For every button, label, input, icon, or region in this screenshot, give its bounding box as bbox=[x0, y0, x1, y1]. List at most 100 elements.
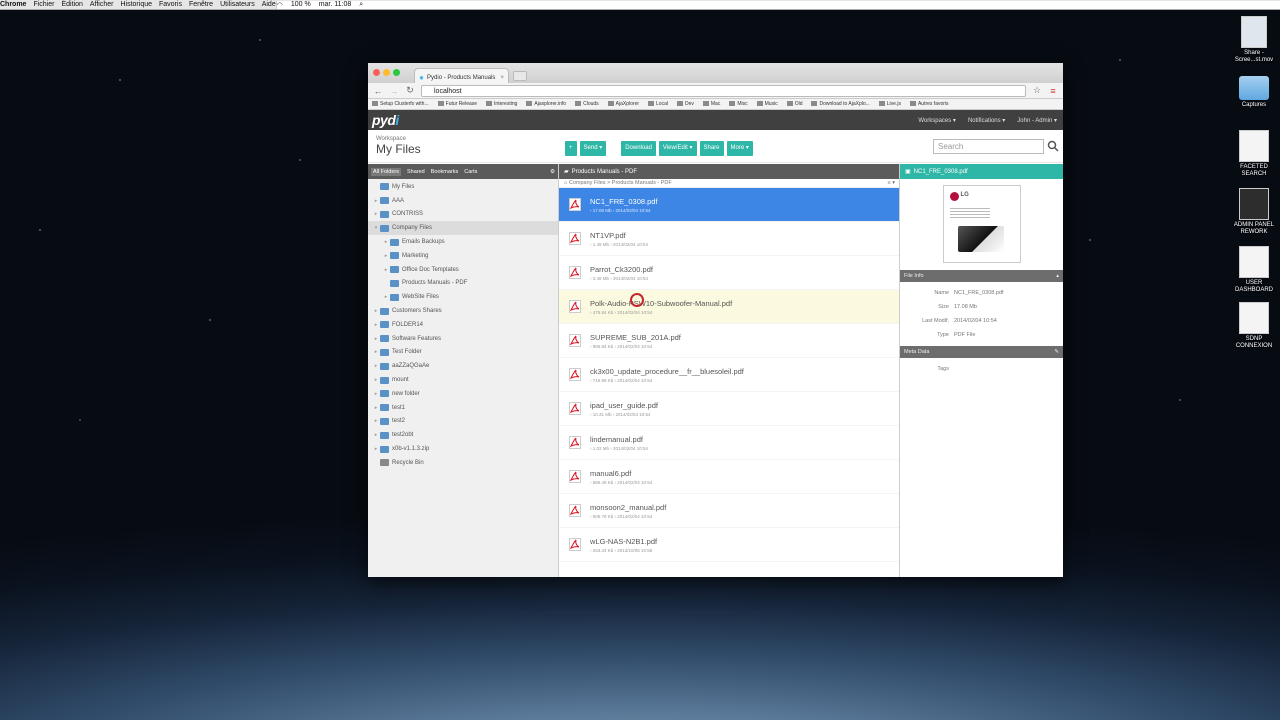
expand-toggle-icon[interactable]: ▸ bbox=[372, 432, 380, 438]
bookmark-item[interactable]: Old bbox=[787, 101, 803, 107]
menu-app[interactable]: Chrome bbox=[0, 1, 26, 8]
tree-item[interactable]: ▸ Office Doc Templates bbox=[368, 263, 558, 277]
forward-icon[interactable]: → bbox=[389, 86, 399, 96]
bookmark-item[interactable]: Futur Release bbox=[438, 101, 477, 107]
file-row[interactable]: ipad_user_guide.pdf › 10.31 Mb › 2014/02/… bbox=[559, 392, 899, 426]
send-button[interactable]: Send ▾ bbox=[579, 141, 607, 156]
bookmark-item[interactable]: Setup Clusterfs with... bbox=[372, 101, 429, 107]
expand-toggle-icon[interactable]: ▸ bbox=[372, 308, 380, 314]
more-button[interactable]: More ▾ bbox=[726, 141, 753, 156]
expand-toggle-icon[interactable]: ▸ bbox=[382, 253, 390, 259]
tree-item[interactable]: ▸ new folder bbox=[368, 387, 558, 401]
home-icon[interactable]: ⌂ bbox=[564, 180, 567, 186]
close-window-button[interactable] bbox=[373, 69, 380, 76]
wifi-icon[interactable]: ◠ bbox=[277, 1, 283, 9]
zoom-window-button[interactable] bbox=[393, 69, 400, 76]
document-preview[interactable]: LG bbox=[942, 185, 1021, 263]
share-button[interactable]: Share bbox=[699, 141, 724, 156]
file-row[interactable]: lindemanual.pdf › 1.02 Mb › 2014/02/04 10… bbox=[559, 426, 899, 460]
file-row[interactable]: Parrot_Ck3200.pdf › 3.48 Mb › 2014/02/04 … bbox=[559, 256, 899, 290]
file-row[interactable]: NC1_FRE_0308.pdf › 17.08 Mb › 2014/02/04 … bbox=[559, 188, 899, 222]
file-row[interactable]: SUPREME_SUB_201A.pdf › 886.84 Kb › 2014/0… bbox=[559, 324, 899, 358]
tree-item[interactable]: ▸ Test Folder bbox=[368, 346, 558, 360]
notifications-menu[interactable]: Notifications ▾ bbox=[968, 117, 1005, 124]
expand-toggle-icon[interactable]: ▸ bbox=[372, 336, 380, 342]
bookmark-item[interactable]: Mac bbox=[703, 101, 720, 107]
menu-historique[interactable]: Historique bbox=[120, 1, 152, 8]
bookmark-item[interactable]: Download to AjaXplo... bbox=[811, 101, 869, 107]
collapse-icon[interactable]: ▴ bbox=[1056, 270, 1059, 282]
expand-toggle-icon[interactable]: ▸ bbox=[372, 322, 380, 328]
menu-icon[interactable]: ≡ bbox=[1048, 86, 1058, 96]
view-options-icon[interactable]: ≡ ▾ bbox=[888, 179, 896, 188]
back-icon[interactable]: ← bbox=[373, 86, 383, 96]
user-menu[interactable]: John - Admin ▾ bbox=[1017, 117, 1057, 124]
desktop-icon-user-dashboard[interactable]: USER DASHBOARD bbox=[1228, 246, 1280, 294]
tree-item[interactable]: ▸ test2obt bbox=[368, 428, 558, 442]
tree-item[interactable]: ▸ FOLDER14 bbox=[368, 318, 558, 332]
tree-item[interactable]: ▸ x0b-v1.1.3.zip bbox=[368, 442, 558, 456]
menu-fenetre[interactable]: Fenêtre bbox=[189, 1, 213, 8]
battery-status[interactable]: 100 % bbox=[291, 1, 311, 9]
bookmark-item[interactable]: Misc bbox=[729, 101, 747, 107]
address-bar[interactable]: localhost bbox=[421, 84, 1026, 97]
expand-toggle-icon[interactable]: ▸ bbox=[372, 405, 380, 411]
tree-item[interactable]: ▸ Customers Shares bbox=[368, 304, 558, 318]
menu-aide[interactable]: Aide bbox=[262, 1, 276, 8]
browser-tab[interactable]: ✸ Pydio - Products Manuals × bbox=[414, 68, 509, 83]
expand-toggle-icon[interactable]: ▾ bbox=[372, 225, 380, 231]
expand-toggle-icon[interactable]: ▸ bbox=[372, 446, 380, 452]
bookmark-item[interactable]: Local bbox=[648, 101, 668, 107]
desktop-icon-captures[interactable]: Captures bbox=[1228, 76, 1280, 109]
desktop-icon-admin-panel[interactable]: ADMIN PANEL REWORK bbox=[1228, 188, 1280, 236]
minimize-window-button[interactable] bbox=[383, 69, 390, 76]
tree-item[interactable]: ▾ Company Files bbox=[368, 221, 558, 236]
expand-toggle-icon[interactable]: ▸ bbox=[382, 267, 390, 273]
view-edit-button[interactable]: View/Edit ▾ bbox=[658, 141, 697, 156]
expand-toggle-icon[interactable]: ▸ bbox=[372, 391, 380, 397]
tree-item[interactable]: Products Manuals - PDF bbox=[368, 277, 558, 291]
tree-item[interactable]: Recycle Bin bbox=[368, 456, 558, 470]
expand-toggle-icon[interactable]: ▸ bbox=[372, 198, 380, 204]
bookmark-item[interactable]: Autres favoris bbox=[910, 101, 949, 107]
add-button[interactable]: + bbox=[565, 141, 577, 156]
tree-item[interactable]: My Files bbox=[368, 180, 558, 194]
bookmark-item[interactable]: AjaXplorer bbox=[608, 101, 639, 107]
tree-item[interactable]: ▸ Marketing bbox=[368, 249, 558, 263]
file-row[interactable]: wLG-NAS-N2B1.pdf › 263.34 Kb › 2013/10/06… bbox=[559, 528, 899, 562]
tree-item[interactable]: ▸ mount bbox=[368, 373, 558, 387]
search-icon[interactable] bbox=[1047, 140, 1059, 152]
edit-icon[interactable]: ✎ bbox=[1054, 346, 1059, 358]
desktop-icon-video[interactable]: Share - Scree...st.mov bbox=[1228, 16, 1280, 64]
workspaces-menu[interactable]: Workspaces ▾ bbox=[918, 117, 956, 124]
expand-toggle-icon[interactable]: ▸ bbox=[372, 211, 380, 217]
expand-toggle-icon[interactable]: ▸ bbox=[372, 363, 380, 369]
bookmark-item[interactable]: Clouds bbox=[575, 101, 599, 107]
bookmark-item[interactable]: Live.js bbox=[879, 101, 901, 107]
desktop-icon-faceted-search[interactable]: FACETED SEARCH bbox=[1228, 130, 1280, 178]
menu-afficher[interactable]: Afficher bbox=[90, 1, 114, 8]
tab-close-icon[interactable]: × bbox=[500, 75, 504, 81]
expand-toggle-icon[interactable]: ▸ bbox=[372, 418, 380, 424]
bookmark-item[interactable]: Music bbox=[757, 101, 778, 107]
bookmark-item[interactable]: Ajaxplorer.info bbox=[526, 101, 566, 107]
tab-all-folders[interactable]: All Folders bbox=[371, 167, 401, 176]
reload-icon[interactable]: ↻ bbox=[405, 85, 415, 96]
tree-item[interactable]: ▸ aaZZaQGaAe bbox=[368, 359, 558, 373]
file-row[interactable]: ck3x00_update_procedure__fr__bluesoleil.… bbox=[559, 358, 899, 392]
file-row[interactable]: NT1VP.pdf › 1.49 Mb › 2014/02/04 10:54 bbox=[559, 222, 899, 256]
menu-edition[interactable]: Édition bbox=[61, 1, 82, 8]
download-button[interactable]: Download bbox=[621, 141, 656, 156]
desktop-icon-sdnp[interactable]: SDNP CONNEXION bbox=[1228, 302, 1280, 350]
gear-icon[interactable]: ⚙ bbox=[550, 169, 555, 175]
star-icon[interactable]: ☆ bbox=[1032, 85, 1042, 96]
tree-item[interactable]: ▸ Emails Backups bbox=[368, 235, 558, 249]
spotlight-icon[interactable]: ⌕ bbox=[359, 1, 363, 9]
clock[interactable]: mar. 11:08 bbox=[319, 1, 352, 9]
tree-item[interactable]: ▸ test1 bbox=[368, 401, 558, 415]
tab-shared[interactable]: Shared bbox=[407, 169, 425, 175]
pydio-logo[interactable]: pydi bbox=[372, 112, 399, 128]
tree-item[interactable]: ▸ test2 bbox=[368, 415, 558, 429]
tree-item[interactable]: ▸ Software Features bbox=[368, 332, 558, 346]
menu-favoris[interactable]: Favoris bbox=[159, 1, 182, 8]
